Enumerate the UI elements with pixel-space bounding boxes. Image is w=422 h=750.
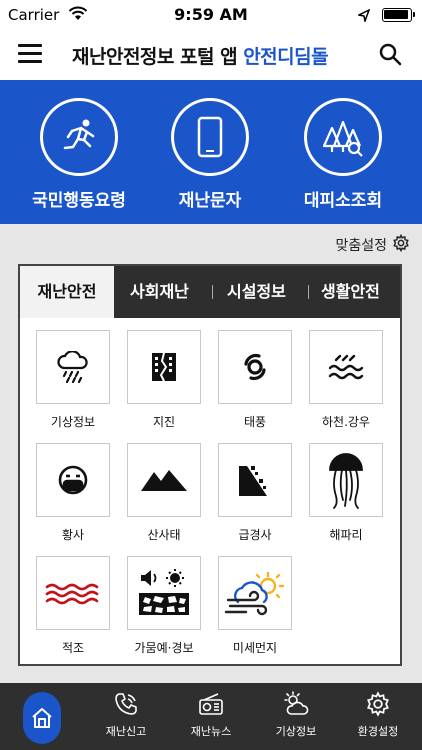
- tab-social-disaster[interactable]: 사회재난: [130, 266, 189, 318]
- tab-facility-info[interactable]: 시설정보: [227, 266, 286, 318]
- category-label: 해파리: [329, 528, 363, 542]
- nav-weather-info[interactable]: 기상정보: [261, 691, 331, 739]
- settings-gear-icon: [343, 691, 413, 717]
- category-river-rainfall[interactable]: 하천.강우: [307, 330, 385, 430]
- nav-disaster-report[interactable]: 재난신고: [91, 691, 161, 739]
- category-label: 산사태: [147, 528, 181, 542]
- category-steep-slope[interactable]: 급경사: [216, 443, 294, 543]
- nav-label: 재난신고: [105, 725, 147, 738]
- category-jellyfish[interactable]: 해파리: [307, 443, 385, 543]
- app-title-main: 재난안전정보 포털 앱: [72, 46, 238, 68]
- custom-settings-button[interactable]: 맞춤설정: [335, 233, 410, 256]
- app-title-accent: 안전디딤돌: [243, 46, 329, 68]
- category-typhoon[interactable]: 태풍: [216, 330, 294, 430]
- app-header: 재난안전정보 포털 앱 안전디딤돌: [0, 30, 422, 80]
- category-earthquake[interactable]: 지진: [125, 330, 203, 430]
- nav-home[interactable]: [23, 692, 61, 744]
- location-arrow-icon: [356, 7, 371, 26]
- nav-label: 재난뉴스: [190, 725, 232, 738]
- hamburger-menu-icon[interactable]: [18, 44, 42, 64]
- tab-disaster-safety[interactable]: 재난안전: [20, 266, 114, 318]
- custom-settings-label: 맞춤설정: [335, 238, 387, 254]
- tab-life-safety[interactable]: 생활안전: [321, 266, 380, 318]
- category-label: 황사: [61, 528, 85, 542]
- weather-icon: [261, 691, 331, 717]
- category-label: 미세먼지: [232, 641, 278, 655]
- category-label: 급경사: [238, 528, 272, 542]
- nav-disaster-news[interactable]: 재난뉴스: [176, 691, 246, 739]
- app-title: 재난안전정보 포털 앱 안전디딤돌: [72, 42, 329, 69]
- category-tabs: 재난안전 사회재난 시설정보 생활안전: [20, 266, 400, 318]
- quick-item-disaster-sms[interactable]: 재난문자: [150, 98, 270, 211]
- radio-icon: [176, 691, 246, 717]
- category-label: 적조: [61, 641, 85, 655]
- quick-menu: 국민행동요령 재난문자 대피소조회: [0, 80, 422, 224]
- category-fine-dust[interactable]: 미세먼지: [216, 556, 294, 656]
- tab-divider: [308, 285, 309, 299]
- battery-icon: [382, 8, 415, 22]
- quick-item-label: 대피소조회: [303, 191, 383, 211]
- tab-divider: [212, 285, 213, 299]
- bottom-navigation: 재난신고 재난뉴스 기상정보 환경설정: [0, 683, 422, 750]
- nav-label: 환경설정: [357, 725, 399, 738]
- quick-item-label: 국민행동요령: [32, 191, 126, 211]
- category-label: 기상정보: [50, 415, 96, 429]
- phone-icon: [91, 691, 161, 717]
- category-label: 가뭄예·경보: [134, 641, 194, 655]
- category-red-tide[interactable]: 적조: [34, 556, 112, 656]
- nav-label: 기상정보: [275, 725, 317, 738]
- quick-item-shelter-search[interactable]: 대피소조회: [283, 98, 403, 211]
- search-icon[interactable]: [378, 42, 402, 70]
- category-label: 하천.강우: [322, 415, 370, 429]
- category-label: 지진: [152, 415, 176, 429]
- category-panel: 재난안전 사회재난 시설정보 생활안전 기상정보 지진 태풍 하천.강우 황사 …: [18, 264, 402, 666]
- quick-item-label: 재난문자: [178, 191, 242, 211]
- status-bar: Carrier 9:59 AM: [0, 0, 422, 30]
- gear-icon: [392, 233, 410, 256]
- nav-settings[interactable]: 환경설정: [343, 691, 413, 739]
- category-drought-alert[interactable]: 가뭄예·경보: [125, 556, 203, 656]
- category-yellow-dust[interactable]: 황사: [34, 443, 112, 543]
- category-label: 태풍: [243, 415, 267, 429]
- quick-item-action-guide[interactable]: 국민행동요령: [19, 98, 139, 211]
- category-landslide[interactable]: 산사태: [125, 443, 203, 543]
- category-weather[interactable]: 기상정보: [34, 330, 112, 430]
